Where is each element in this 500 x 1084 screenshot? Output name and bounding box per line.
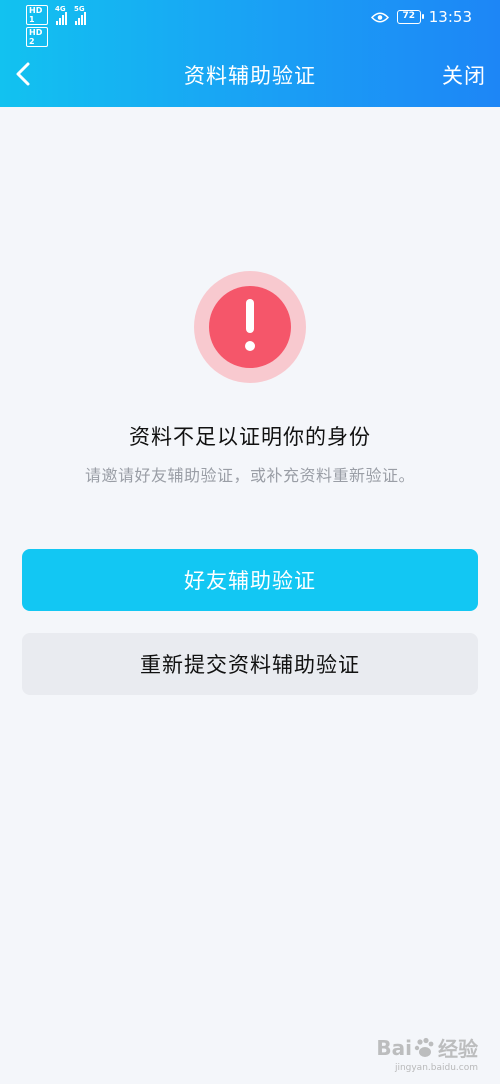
baidu-watermark: Bai 经验 jingyan.baidu.com [376, 1033, 478, 1074]
status-left: HD 1 HD 2 4G 5G [26, 5, 86, 47]
exclamation-circle-icon [194, 271, 306, 383]
friend-verify-button[interactable]: 好友辅助验证 [22, 549, 478, 611]
watermark-suffix: 经验 [438, 1037, 478, 1061]
paw-icon [414, 1037, 434, 1057]
page-title: 资料辅助验证 [184, 64, 316, 88]
status-bar: HD 1 HD 2 4G 5G 72 13:53 [0, 0, 500, 47]
message-title: 资料不足以证明你的身份 [129, 425, 371, 449]
sim1-label: HD 1 [26, 5, 48, 25]
resubmit-verify-button[interactable]: 重新提交资料辅助验证 [22, 633, 478, 695]
message-subtitle: 请邀请好友辅助验证，或补充资料重新验证。 [84, 466, 415, 485]
network-type-2: 5G [74, 5, 85, 13]
battery-icon: 72 [396, 10, 424, 24]
network-type-1: 4G [55, 5, 66, 13]
status-time: 13:53 [428, 8, 472, 26]
alert-icon-container [194, 271, 306, 383]
status-right: 72 13:53 [370, 8, 472, 26]
close-button[interactable]: 关闭 [442, 60, 486, 90]
signal-icon-1: 4G [55, 5, 67, 25]
watermark-brand: Bai [376, 1035, 412, 1060]
watermark-url: jingyan.baidu.com [394, 1063, 478, 1073]
nav-bar: 资料辅助验证 关闭 [0, 52, 500, 96]
header: HD 1 HD 2 4G 5G 72 13:53 资料辅助验证 关闭 [0, 0, 500, 107]
eye-comfort-icon [370, 12, 389, 22]
sim-indicators: HD 1 HD 2 [26, 5, 48, 47]
signal-icon-2: 5G [74, 5, 86, 25]
sim2-label: HD 2 [26, 27, 48, 47]
